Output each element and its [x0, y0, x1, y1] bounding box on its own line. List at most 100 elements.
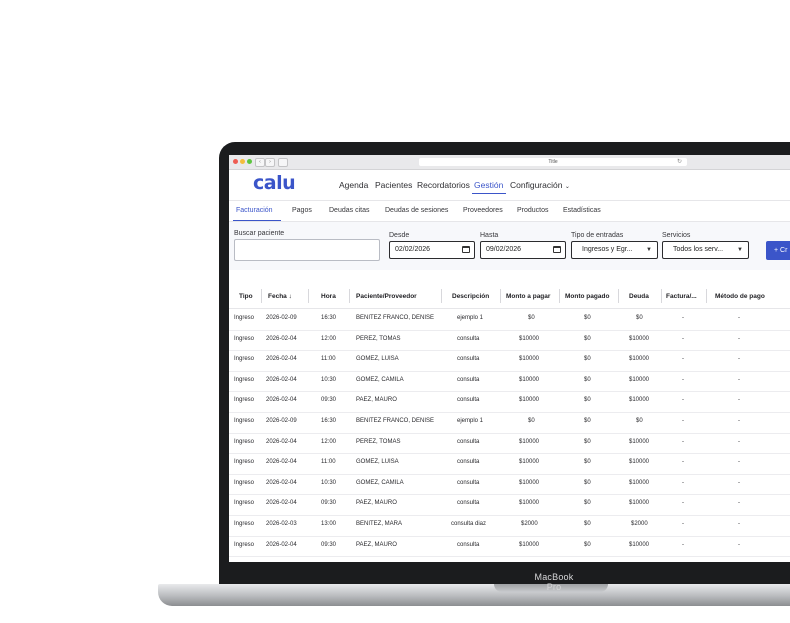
- col-hora[interactable]: Hora: [321, 293, 336, 300]
- col-paciente[interactable]: Paciente/Proveedor: [356, 293, 417, 300]
- cell-6: $0: [584, 500, 591, 507]
- filter-bar: Buscar paciente Desde 02/02/2026 Hasta 0…: [229, 222, 790, 270]
- col-fecha[interactable]: Fecha ↓: [268, 293, 292, 300]
- nav-agenda[interactable]: Agenda: [339, 180, 368, 190]
- subtab-proveedores[interactable]: Proveedores: [463, 207, 503, 214]
- table-row[interactable]: Ingreso 2026-02-04 12:00 PEREZ, TOMAS consul…: [229, 330, 790, 352]
- cell-2: 12:00: [321, 335, 337, 342]
- cell-6: $0: [584, 479, 591, 486]
- table-row[interactable]: Ingreso 2026-02-03 13:00 BENITEZ, MARA consu…: [229, 515, 790, 537]
- dropdown-arrow-icon: ▼: [737, 247, 743, 253]
- cell-9: -: [738, 356, 740, 363]
- nav-configuracion[interactable]: Configuración ⌄: [510, 180, 570, 190]
- cell-2: 09:30: [321, 397, 337, 404]
- cell-1: 2026-02-04: [266, 479, 297, 486]
- address-bar[interactable]: Title: [419, 158, 687, 166]
- create-button[interactable]: + Cr: [766, 241, 790, 260]
- col-factura[interactable]: Factura/...: [666, 293, 697, 300]
- forward-icon[interactable]: ›: [265, 158, 275, 167]
- cell-4: consulta: [457, 438, 480, 445]
- cell-6: $0: [584, 376, 591, 383]
- cell-0: Ingreso: [234, 500, 255, 507]
- header-divider: [229, 200, 790, 201]
- subtab-deudas-sesiones[interactable]: Deudas de sesiones: [385, 207, 448, 214]
- column-separator: [559, 289, 560, 303]
- subtab-facturacion[interactable]: Facturación: [236, 207, 273, 214]
- table-row[interactable]: Ingreso 2026-02-04 12:00 PEREZ, TOMAS consul…: [229, 433, 790, 455]
- cell-6: $0: [584, 335, 591, 342]
- nav-pacientes[interactable]: Pacientes: [375, 180, 412, 190]
- cell-9: -: [738, 459, 740, 466]
- services-select[interactable]: Todos los serv... ▼: [662, 241, 749, 259]
- col-tipo[interactable]: Tipo: [239, 293, 253, 300]
- table-row[interactable]: Ingreso 2026-02-04 09:30 PAEZ, MAURO consult…: [229, 536, 790, 558]
- cell-8: -: [682, 438, 684, 445]
- table-row[interactable]: Ingreso 2026-02-04 09:30 PAEZ, MAURO consult…: [229, 391, 790, 413]
- maximize-window-dot[interactable]: [247, 159, 252, 164]
- cell-5: $2000: [521, 521, 538, 527]
- cell-6: $0: [584, 438, 591, 445]
- cell-7: $0: [636, 418, 643, 424]
- dropdown-arrow-icon: ▼: [646, 247, 652, 253]
- subtab-pagos[interactable]: Pagos: [292, 207, 312, 214]
- table-row[interactable]: Ingreso 2026-02-04 11:00 GOMEZ, LUISA consul…: [229, 453, 790, 475]
- col-monto-pagar[interactable]: Monto a pagar: [506, 293, 550, 300]
- app-logo[interactable]: calu: [253, 172, 296, 194]
- col-monto-pagado[interactable]: Monto pagado: [565, 293, 609, 300]
- nav-gestion[interactable]: Gestión: [474, 180, 503, 190]
- table-row[interactable]: Ingreso 2026-02-04 10:30 GOMEZ, CAMILA consu…: [229, 474, 790, 496]
- to-date-field[interactable]: 09/02/2026: [480, 241, 566, 259]
- cell-4: consulta: [457, 500, 480, 507]
- calendar-icon[interactable]: [462, 246, 470, 253]
- cell-3: BENITEZ FRANCO, DENISE: [356, 315, 435, 321]
- sidebar-icon[interactable]: [278, 158, 288, 167]
- cell-5: $10000: [519, 397, 540, 404]
- cell-3: BENITEZ FRANCO, DENISE: [356, 418, 435, 424]
- column-separator: [661, 289, 662, 303]
- cell-3: GOMEZ, CAMILA: [356, 376, 404, 383]
- search-input[interactable]: [234, 239, 380, 261]
- subtab-deudas-citas[interactable]: Deudas citas: [329, 207, 369, 214]
- table-row[interactable]: Ingreso 2026-02-04 11:00 GOMEZ, LUISA consul…: [229, 350, 790, 372]
- cell-5: $10000: [519, 356, 540, 363]
- subtab-productos[interactable]: Productos: [517, 207, 549, 214]
- table-row[interactable]: Ingreso 2026-02-09 16:30 BENITEZ FRANCO, DE…: [229, 309, 790, 331]
- subtab-estadisticas[interactable]: Estadísticas: [563, 207, 601, 214]
- cell-8: -: [682, 459, 684, 466]
- cell-4: ejemplo 1: [457, 315, 484, 321]
- cell-1: 2026-02-04: [266, 397, 297, 404]
- cell-0: Ingreso: [234, 418, 255, 424]
- cell-3: BENITEZ, MARA: [356, 521, 403, 527]
- column-separator: [706, 289, 707, 303]
- col-metodo-pago[interactable]: Método de pago: [715, 293, 765, 300]
- calendar-icon[interactable]: [553, 246, 561, 253]
- table-row[interactable]: Ingreso 2026-02-04 09:30 PAEZ, MAURO consult…: [229, 494, 790, 516]
- cell-6: $0: [584, 459, 591, 466]
- cell-7: $0: [636, 315, 643, 321]
- cell-6: $0: [584, 315, 591, 321]
- table-row[interactable]: Ingreso 2026-02-09 16:30 BENITEZ FRANCO, DE…: [229, 412, 790, 434]
- sort-arrow-icon[interactable]: ↓: [289, 293, 292, 300]
- to-label: Hasta: [480, 232, 499, 239]
- cell-5: $0: [528, 418, 535, 424]
- reload-icon[interactable]: ↻: [677, 158, 682, 166]
- entry-type-select[interactable]: Ingresos y Egr... ▼: [571, 241, 658, 259]
- col-descripcion[interactable]: Descripción: [452, 293, 489, 300]
- back-icon[interactable]: ‹: [255, 158, 265, 167]
- cell-8: -: [682, 479, 684, 486]
- nav-recordatorios[interactable]: Recordatorios: [417, 180, 470, 190]
- from-date-field[interactable]: 02/02/2026: [389, 241, 475, 259]
- col-deuda[interactable]: Deuda: [629, 293, 649, 300]
- cell-7: $10000: [629, 438, 650, 445]
- minimize-window-dot[interactable]: [240, 159, 245, 164]
- cell-3: PEREZ, TOMAS: [356, 438, 401, 445]
- cell-9: -: [738, 541, 740, 548]
- table-row[interactable]: Ingreso 2026-02-04 10:30 GOMEZ, CAMILA consu…: [229, 371, 790, 393]
- cell-3: GOMEZ, CAMILA: [356, 479, 404, 486]
- cell-2: 10:30: [321, 479, 337, 486]
- cell-5: $10000: [519, 541, 540, 548]
- close-window-dot[interactable]: [233, 159, 238, 164]
- cell-7: $10000: [629, 479, 650, 486]
- cell-8: -: [682, 356, 684, 363]
- column-separator: [349, 289, 350, 303]
